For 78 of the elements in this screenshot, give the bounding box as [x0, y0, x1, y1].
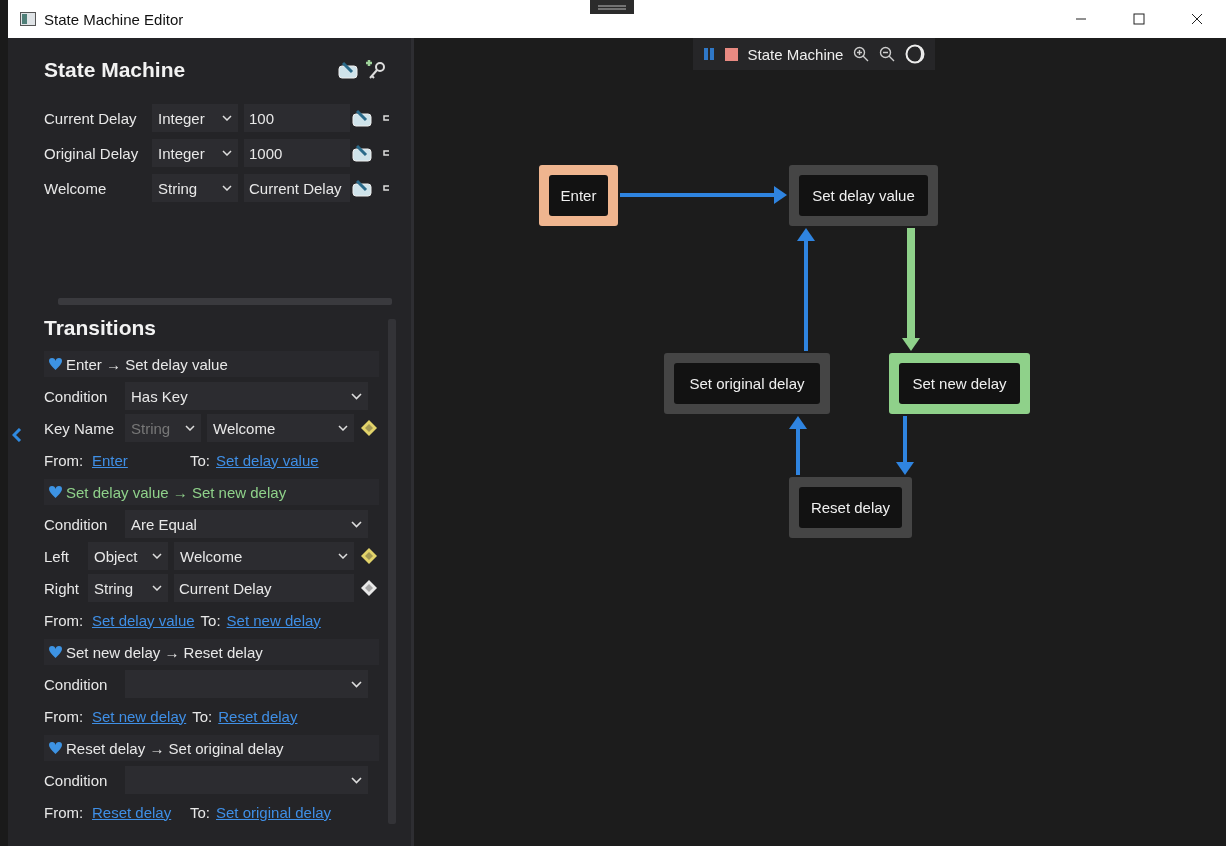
reset-view-icon[interactable]: [905, 44, 926, 64]
pause-icon[interactable]: [702, 48, 715, 60]
value-field[interactable]: 100: [244, 104, 350, 132]
drag-handle-icon[interactable]: [383, 185, 389, 191]
transition-arrow[interactable]: [620, 186, 787, 204]
transition-header[interactable]: Set delay value → Set new delay: [44, 479, 379, 505]
state-node[interactable]: Reset delay: [789, 477, 912, 538]
transition-arrow[interactable]: [797, 228, 815, 351]
from-link[interactable]: Reset delay: [92, 803, 184, 821]
state-node[interactable]: Set new delay: [889, 353, 1030, 414]
variable-name: Welcome: [44, 179, 108, 197]
condition-label: Condition: [44, 515, 109, 533]
from-label: From:: [44, 451, 85, 469]
type-dropdown[interactable]: Integer: [152, 104, 238, 132]
type-dropdown[interactable]: String: [152, 174, 238, 202]
to-label: To:: [190, 451, 210, 469]
diamond-icon[interactable]: [361, 420, 377, 436]
condition-label: Condition: [44, 675, 109, 693]
value-dropdown[interactable]: Welcome: [207, 414, 354, 442]
transition-arrow[interactable]: [789, 416, 807, 475]
value-dropdown[interactable]: Welcome: [174, 542, 354, 570]
parameter-label: Left: [44, 547, 71, 565]
add-variable-icon[interactable]: [337, 60, 359, 80]
to-link[interactable]: Set original delay: [216, 803, 332, 821]
condition-label: Condition: [44, 771, 109, 789]
drag-handle-icon[interactable]: [383, 150, 389, 156]
from-label: From:: [44, 611, 85, 629]
window-icon: [20, 12, 36, 26]
diamond-icon[interactable]: [361, 548, 377, 564]
from-link[interactable]: Set new delay: [92, 707, 187, 725]
from-label: From:: [44, 803, 85, 821]
parameter-label: Right: [44, 579, 81, 597]
from-link[interactable]: Set delay value: [92, 611, 195, 629]
chevron-left-icon[interactable]: [12, 428, 22, 442]
state-node[interactable]: Enter: [539, 165, 618, 226]
condition-dropdown[interactable]: Are Equal: [125, 510, 368, 538]
value-field[interactable]: 1000: [244, 139, 350, 167]
to-label: To:: [190, 803, 210, 821]
edit-icon[interactable]: [352, 179, 372, 197]
state-node[interactable]: Set delay value: [789, 165, 938, 226]
from-link[interactable]: Enter: [92, 451, 184, 469]
transition-header[interactable]: Enter → Set delay value: [44, 351, 379, 377]
value-field[interactable]: Current Delay: [174, 574, 354, 602]
type-dropdown[interactable]: String: [88, 574, 168, 602]
variable-name: Current Delay: [44, 109, 138, 127]
value-field[interactable]: Current Delay: [244, 174, 350, 202]
section-title: Transitions: [44, 316, 158, 340]
edit-icon[interactable]: [352, 144, 372, 162]
edit-icon[interactable]: [352, 109, 372, 127]
stop-icon[interactable]: [724, 47, 738, 61]
drag-handle-icon[interactable]: [590, 0, 634, 14]
zoom-out-icon[interactable]: [879, 46, 896, 62]
to-label: To:: [200, 611, 221, 629]
to-label: To:: [192, 707, 213, 725]
to-link[interactable]: Set delay value: [216, 451, 319, 469]
maximize-icon: [1133, 13, 1145, 25]
diamond-icon[interactable]: [361, 580, 377, 596]
window-title: State Machine Editor: [44, 10, 184, 28]
variable-name: Original Delay: [44, 144, 140, 162]
condition-label: Condition: [44, 387, 109, 405]
type-dropdown[interactable]: Object: [88, 542, 168, 570]
transition-arrow[interactable]: [896, 416, 914, 475]
to-link[interactable]: Reset delay: [218, 707, 298, 725]
key-icon[interactable]: [365, 59, 387, 81]
toolbar-title: State Machine: [747, 45, 844, 63]
parameter-label: Key Name: [44, 419, 116, 437]
drag-handle-icon[interactable]: [383, 115, 389, 121]
section-title: State Machine: [44, 58, 186, 82]
type-dropdown[interactable]: Integer: [152, 139, 238, 167]
transition-header[interactable]: Reset delay → Set original delay: [44, 735, 379, 761]
close-icon: [1191, 13, 1203, 25]
state-node[interactable]: Set original delay: [664, 353, 830, 414]
from-label: From:: [44, 707, 85, 725]
to-link[interactable]: Set new delay: [226, 611, 321, 629]
transition-arrow[interactable]: [902, 228, 920, 351]
zoom-in-icon[interactable]: [853, 46, 870, 62]
condition-dropdown[interactable]: Has Key: [125, 382, 368, 410]
transition-header[interactable]: Set new delay → Reset delay: [44, 639, 379, 665]
